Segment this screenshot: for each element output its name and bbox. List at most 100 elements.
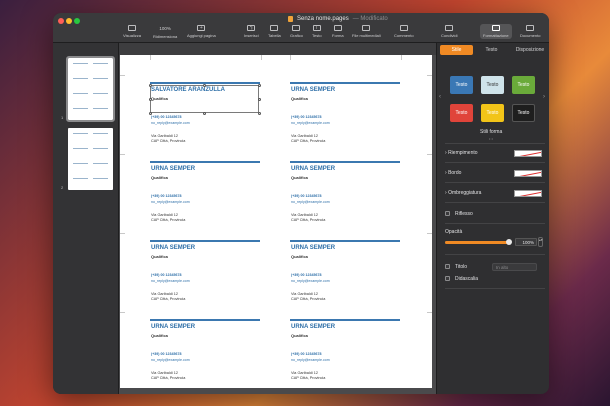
- reflection-checkbox[interactable]: [445, 211, 450, 216]
- shadow-row[interactable]: › Ombreggiatura: [445, 190, 481, 196]
- card-phone[interactable]: (+39) 00 12345678: [151, 273, 181, 277]
- business-card[interactable]: URNA SEMPER Qualifica (+39) 00 12345678 …: [290, 319, 402, 391]
- zoom-button[interactable]: 100% Ridimensiona: [153, 26, 177, 39]
- resize-handle[interactable]: [148, 97, 152, 101]
- card-role[interactable]: Qualifica: [291, 96, 308, 101]
- opacity-stepper[interactable]: ▴▾: [538, 237, 543, 247]
- card-city[interactable]: CAP Città, Provincia: [291, 218, 325, 222]
- card-address[interactable]: Via Garibaldi 12: [151, 134, 178, 138]
- card-role[interactable]: Qualifica: [291, 175, 308, 180]
- card-phone[interactable]: (+39) 00 12345678: [151, 194, 181, 198]
- card-email[interactable]: no_reply@example.com: [291, 121, 330, 125]
- title-position-select[interactable]: In alto: [492, 263, 537, 271]
- card-role[interactable]: Qualifica: [151, 175, 168, 180]
- border-swatch[interactable]: [514, 170, 542, 177]
- card-city[interactable]: CAP Città, Provincia: [291, 297, 325, 301]
- card-phone[interactable]: (+39) 00 12345678: [291, 273, 321, 277]
- fill-row[interactable]: › Riempimento: [445, 150, 478, 156]
- opacity-value-field[interactable]: 100%: [515, 238, 537, 246]
- tab-style[interactable]: Stile: [440, 45, 473, 55]
- tab-text[interactable]: Testo: [473, 45, 510, 55]
- shape-style-swatch[interactable]: Testo: [481, 104, 504, 122]
- card-email[interactable]: no_reply@example.com: [151, 358, 190, 362]
- resize-handle[interactable]: [257, 97, 261, 101]
- card-city[interactable]: CAP Città, Provincia: [151, 297, 185, 301]
- title-checkbox[interactable]: [445, 264, 450, 269]
- minimize-window-button[interactable]: [66, 18, 72, 24]
- format-button[interactable]: Formattazione: [480, 24, 512, 39]
- zoom-window-button[interactable]: [74, 18, 80, 24]
- card-address[interactable]: Via Garibaldi 12: [291, 292, 318, 296]
- comment-button[interactable]: Commento: [394, 25, 414, 38]
- close-window-button[interactable]: [58, 18, 64, 24]
- tab-arrange[interactable]: Disposizione: [510, 45, 549, 55]
- card-address[interactable]: Via Garibaldi 12: [151, 371, 178, 375]
- caption-checkbox[interactable]: [445, 276, 450, 281]
- text-button[interactable]: T Testo: [312, 25, 322, 38]
- resize-handle[interactable]: [148, 111, 152, 115]
- view-button[interactable]: Visualizza: [123, 25, 141, 38]
- business-card[interactable]: URNA SEMPER Qualifica (+39) 00 12345678 …: [290, 240, 402, 312]
- business-card[interactable]: URNA SEMPER Qualifica (+39) 00 12345678 …: [150, 161, 262, 233]
- shape-style-swatch[interactable]: Testo: [450, 76, 473, 94]
- card-role[interactable]: Qualifica: [291, 254, 308, 259]
- chevron-right-icon[interactable]: ›: [543, 94, 545, 100]
- card-name[interactable]: URNA SEMPER: [291, 166, 335, 172]
- border-row[interactable]: › Bordo: [445, 170, 461, 176]
- resize-handle[interactable]: [203, 111, 206, 115]
- document-button[interactable]: Documento: [520, 25, 540, 38]
- card-city[interactable]: CAP Città, Provincia: [291, 139, 325, 143]
- resize-handle[interactable]: [203, 83, 206, 87]
- resize-handle[interactable]: [148, 83, 152, 87]
- business-card[interactable]: URNA SEMPER Qualifica (+39) 00 12345678 …: [290, 161, 402, 233]
- card-email[interactable]: no_reply@example.com: [151, 279, 190, 283]
- card-address[interactable]: Via Garibaldi 12: [291, 213, 318, 217]
- card-address[interactable]: Via Garibaldi 12: [151, 213, 178, 217]
- resize-handle[interactable]: [257, 83, 261, 87]
- card-phone[interactable]: (+39) 00 12345678: [291, 352, 321, 356]
- card-email[interactable]: no_reply@example.com: [151, 121, 190, 125]
- table-button[interactable]: Tabella: [268, 25, 281, 38]
- business-card[interactable]: URNA SEMPER Qualifica (+39) 00 12345678 …: [290, 82, 402, 154]
- share-button[interactable]: Condividi: [441, 25, 457, 38]
- card-phone[interactable]: (+39) 00 12345678: [291, 194, 321, 198]
- card-name[interactable]: URNA SEMPER: [151, 324, 195, 330]
- page-thumbnail-1[interactable]: [66, 56, 115, 122]
- shape-style-swatch[interactable]: Testo: [512, 76, 535, 94]
- card-phone[interactable]: (+39) 00 12345678: [151, 115, 181, 119]
- card-city[interactable]: CAP Città, Provincia: [151, 139, 185, 143]
- card-phone[interactable]: (+39) 00 12345678: [151, 352, 181, 356]
- media-button[interactable]: File multimediali: [352, 25, 381, 38]
- card-name[interactable]: URNA SEMPER: [151, 245, 195, 251]
- shape-button[interactable]: Forma: [332, 25, 344, 38]
- card-phone[interactable]: (+39) 00 12345678: [291, 115, 321, 119]
- card-email[interactable]: no_reply@example.com: [151, 200, 190, 204]
- card-name[interactable]: URNA SEMPER: [291, 324, 335, 330]
- card-role[interactable]: Qualifica: [151, 254, 168, 259]
- chart-button[interactable]: Grafico: [290, 25, 303, 38]
- card-city[interactable]: CAP Città, Provincia: [151, 376, 185, 380]
- business-card[interactable]: URNA SEMPER Qualifica (+39) 00 12345678 …: [150, 240, 262, 312]
- card-city[interactable]: CAP Città, Provincia: [151, 218, 185, 222]
- page-thumbnail-2[interactable]: [68, 128, 113, 190]
- card-email[interactable]: no_reply@example.com: [291, 200, 330, 204]
- shadow-swatch[interactable]: [514, 190, 542, 197]
- card-name[interactable]: URNA SEMPER: [291, 87, 335, 93]
- insert-button[interactable]: ¶ Inserisci: [244, 25, 259, 38]
- shape-style-swatch[interactable]: Testo: [481, 76, 504, 94]
- card-email[interactable]: no_reply@example.com: [291, 358, 330, 362]
- shape-style-swatch[interactable]: Testo: [450, 104, 473, 122]
- card-name[interactable]: URNA SEMPER: [291, 245, 335, 251]
- business-card[interactable]: SALVATORE ARANZULLA Qualifica (+39) 00 1…: [148, 82, 262, 154]
- card-email[interactable]: no_reply@example.com: [291, 279, 330, 283]
- opacity-slider-knob[interactable]: [506, 239, 512, 245]
- card-address[interactable]: Via Garibaldi 12: [151, 292, 178, 296]
- shape-style-swatch[interactable]: Testo: [512, 104, 535, 122]
- fill-swatch[interactable]: [514, 150, 542, 157]
- resize-handle[interactable]: [257, 111, 261, 115]
- document-page[interactable]: SALVATORE ARANZULLA Qualifica (+39) 00 1…: [120, 55, 432, 388]
- card-name[interactable]: URNA SEMPER: [151, 166, 195, 172]
- business-card[interactable]: URNA SEMPER Qualifica (+39) 00 12345678 …: [150, 319, 262, 391]
- chevron-left-icon[interactable]: ‹: [439, 94, 441, 100]
- card-address[interactable]: Via Garibaldi 12: [291, 134, 318, 138]
